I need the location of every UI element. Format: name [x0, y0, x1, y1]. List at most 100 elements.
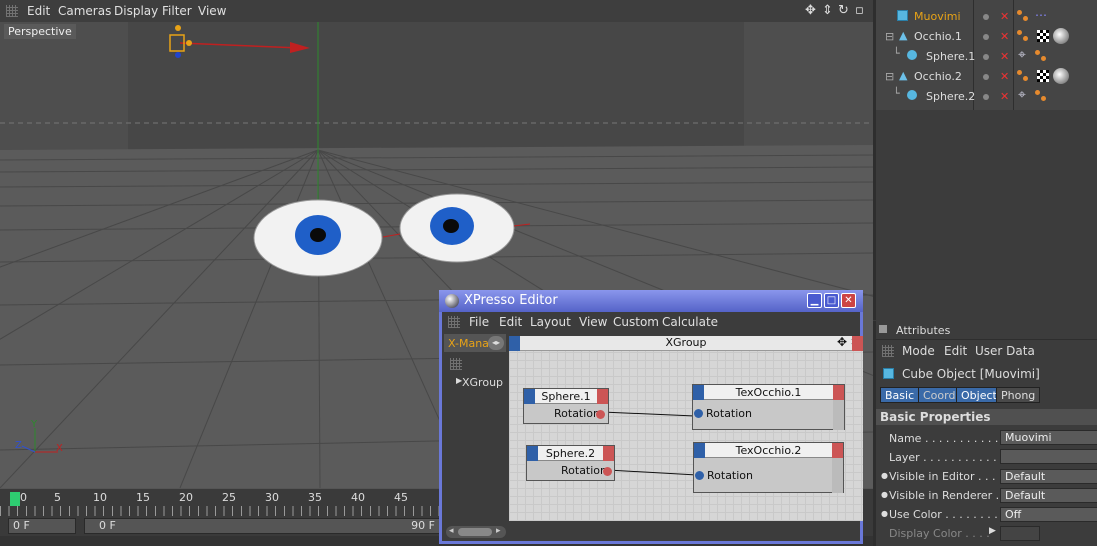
visibility-dot-icon[interactable] [983, 14, 989, 20]
tick-label: 25 [222, 491, 236, 504]
maximize-button[interactable]: □ [824, 293, 839, 308]
menu-view[interactable]: View [579, 315, 607, 329]
frame-range-field[interactable]: 0 F 90 F [84, 518, 440, 534]
tag-icon[interactable] [1035, 90, 1049, 104]
material-ball-icon[interactable] [1053, 68, 1069, 84]
object-row-occhio-2[interactable]: ⊟ ▲ Occhio.2 ✕ [879, 67, 1097, 87]
zoom-view-icon[interactable]: ⇕ [822, 3, 833, 18]
visible-in-renderer-select[interactable]: Default [1000, 488, 1097, 503]
name-field[interactable]: Muovimi [1000, 430, 1097, 445]
object-row-sphere-2[interactable]: └ Sphere.2 ✕ ⌖ [879, 87, 1097, 107]
layer-field[interactable] [1000, 449, 1097, 464]
input-port-icon[interactable] [695, 471, 704, 480]
node-texocchio-1[interactable]: TexOcchio.1 Rotation [692, 384, 845, 430]
output-port-icon[interactable] [596, 410, 605, 419]
tag-icon[interactable] [1035, 50, 1049, 64]
material-ball-icon[interactable] [1053, 28, 1069, 44]
menu-view[interactable]: View [198, 4, 226, 18]
menu-cameras[interactable]: Cameras [58, 4, 111, 18]
object-row-occhio-1[interactable]: ⊟ ▲ Occhio.1 ✕ [879, 27, 1097, 47]
xpresso-manager-panel: X-Mana ◂▸ ▶ XGroup [444, 334, 506, 524]
tag-icon[interactable] [1017, 70, 1031, 84]
tree-item-xgroup[interactable]: XGroup [462, 376, 503, 389]
current-frame-field[interactable]: 0 F [8, 518, 76, 534]
target-tag-icon[interactable]: ⌖ [1018, 87, 1026, 103]
viewport-camera-label[interactable]: Perspective [4, 24, 76, 39]
menu-edit[interactable]: Edit [499, 315, 522, 329]
display-color-swatch[interactable] [1000, 526, 1040, 541]
manager-tab[interactable]: X-Mana [448, 337, 489, 350]
field-label: Use Color . . . . . . . . [889, 508, 998, 521]
tab-phong[interactable]: Phong [996, 387, 1041, 403]
port-label: Rotation [707, 469, 754, 482]
arrows-icon[interactable]: ◂▸ [488, 336, 504, 350]
node-sphere-1[interactable]: Sphere.1 Rotation [523, 388, 609, 424]
visible-in-editor-select[interactable]: Default [1000, 469, 1097, 484]
horizontal-scrollbar[interactable]: ◂ ▸ [446, 526, 506, 538]
scroll-thumb[interactable] [458, 528, 492, 536]
texture-tag-icon[interactable] [1037, 70, 1049, 82]
node-texocchio-2[interactable]: TexOcchio.2 Rotation [693, 442, 844, 493]
window-titlebar[interactable]: XPresso Editor ▁ □ ✕ [439, 290, 863, 312]
xpresso-tag-icon[interactable]: ⋯ [1035, 8, 1047, 22]
use-color-select[interactable]: Off [1000, 507, 1097, 522]
visibility-dot-icon[interactable] [983, 74, 989, 80]
node-canvas[interactable]: XGroup ✥ ⇕ Sphere.1 Rotation TexOcchio.1… [509, 336, 863, 521]
deactivated-x-icon[interactable]: ✕ [1000, 30, 1009, 43]
expand-icon[interactable]: ⊟ [885, 30, 894, 43]
tick-label: 10 [93, 491, 107, 504]
expand-arrow-icon[interactable]: ▶ [989, 526, 996, 536]
svg-text:Z: Z [15, 440, 22, 451]
tab-basic[interactable]: Basic [880, 387, 920, 403]
grip-icon[interactable] [448, 316, 460, 328]
menu-display[interactable]: Display [114, 4, 158, 18]
visibility-dot-icon[interactable] [983, 94, 989, 100]
maximize-view-icon[interactable]: ▫ [855, 3, 864, 18]
grip-icon[interactable] [450, 358, 462, 370]
menu-custom[interactable]: Custom [613, 315, 659, 329]
scroll-left-icon[interactable]: ◂ [449, 526, 454, 536]
grip-icon[interactable] [882, 345, 894, 357]
menu-edit[interactable]: Edit [27, 4, 50, 18]
deactivated-x-icon[interactable]: ✕ [1000, 70, 1009, 83]
tag-icon[interactable] [1017, 10, 1031, 24]
menu-mode[interactable]: Mode [902, 344, 935, 358]
minimize-button[interactable]: ▁ [807, 293, 822, 308]
start-frame-value: 0 F [99, 519, 116, 532]
deactivated-x-icon[interactable]: ✕ [1000, 10, 1009, 23]
playhead-marker[interactable] [10, 492, 20, 506]
animate-dot-icon[interactable]: ● [881, 509, 888, 518]
animate-dot-icon[interactable]: ● [881, 490, 888, 499]
move-view-icon[interactable]: ✥ [805, 3, 816, 18]
output-port-icon[interactable] [603, 467, 612, 476]
attributes-title: Attributes [896, 324, 951, 337]
object-row-sphere-1[interactable]: └ Sphere.1 ✕ ⌖ [879, 47, 1097, 67]
menu-user-data[interactable]: User Data [975, 344, 1035, 358]
object-row-muovimi[interactable]: Muovimi ✕ ⋯ [879, 7, 1097, 27]
expand-icon[interactable]: ⊟ [885, 70, 894, 83]
rotate-view-icon[interactable]: ↻ [838, 3, 849, 18]
deactivated-x-icon[interactable]: ✕ [1000, 90, 1009, 103]
field-label: Layer . . . . . . . . . . . . [889, 451, 1004, 464]
menu-edit[interactable]: Edit [944, 344, 967, 358]
deactivated-x-icon[interactable]: ✕ [1000, 50, 1009, 63]
visibility-dot-icon[interactable] [983, 34, 989, 40]
menu-file[interactable]: File [469, 315, 489, 329]
port-label: Rotation [561, 464, 608, 477]
target-tag-icon[interactable]: ⌖ [1018, 47, 1026, 63]
scroll-right-icon[interactable]: ▸ [496, 526, 501, 536]
object-name: Sphere.2 [926, 90, 976, 103]
texture-tag-icon[interactable] [1037, 30, 1049, 42]
menu-layout[interactable]: Layout [530, 315, 571, 329]
node-sphere-2[interactable]: Sphere.2 Rotation [526, 445, 615, 481]
tick-label: 20 [179, 491, 193, 504]
menu-filter[interactable]: Filter [162, 4, 192, 18]
close-button[interactable]: ✕ [841, 293, 856, 308]
tab-object[interactable]: Object [956, 387, 1002, 403]
visibility-dot-icon[interactable] [983, 54, 989, 60]
input-port-icon[interactable] [694, 409, 703, 418]
tag-icon[interactable] [1017, 30, 1031, 44]
grip-icon[interactable] [6, 5, 18, 17]
animate-dot-icon[interactable]: ● [881, 471, 888, 480]
menu-calculate[interactable]: Calculate [662, 315, 718, 329]
